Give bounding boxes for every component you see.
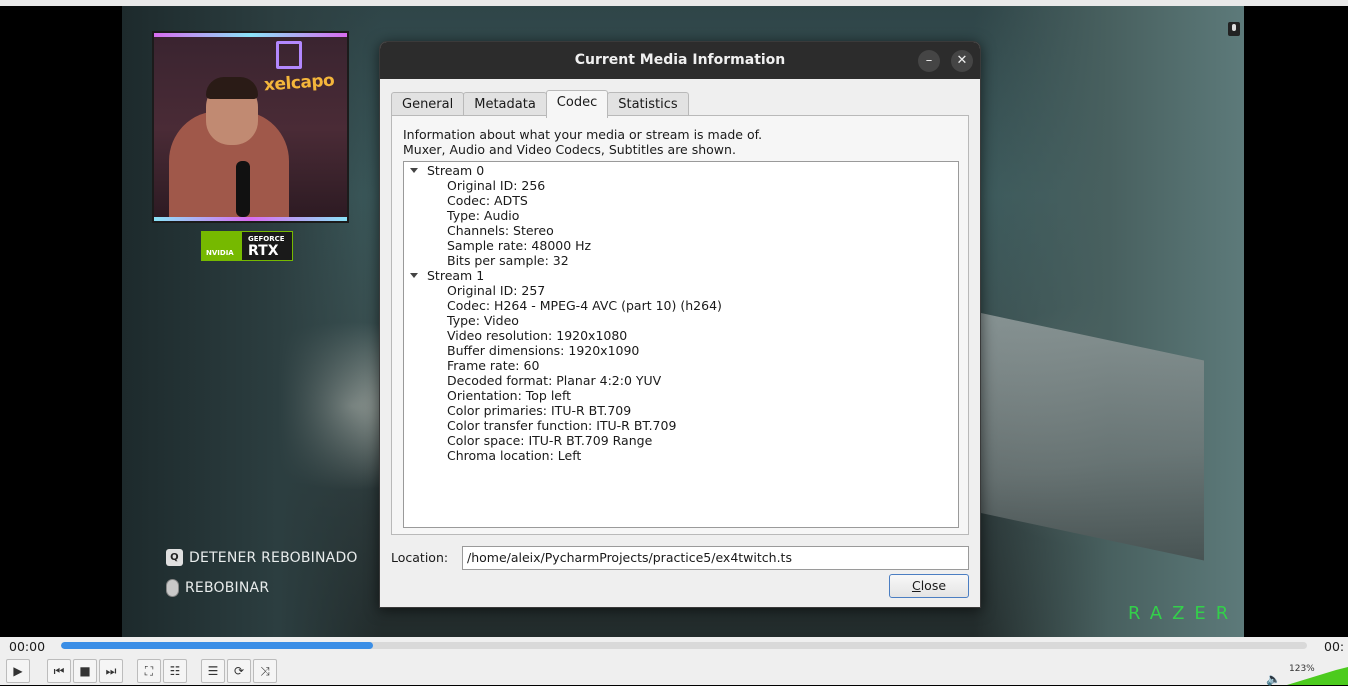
codec-description: Information about what your media or str… (403, 127, 762, 157)
tab-metadata[interactable]: Metadata (463, 92, 547, 117)
time-elapsed: 00:00 (9, 639, 46, 654)
dialog-titlebar[interactable]: Current Media Information – ✕ (380, 42, 980, 79)
fullscreen-button[interactable]: ⛶ (137, 659, 161, 683)
time-total: 00: (1324, 639, 1345, 654)
close-button-mnemonic: C (911, 578, 921, 593)
tab-codec[interactable]: Codec (545, 90, 609, 118)
stream-property[interactable]: Channels: Stereo (447, 223, 554, 238)
seek-slider[interactable] (61, 642, 1307, 649)
rtx-text: RTX (248, 243, 279, 259)
stop-icon: ■ (79, 664, 91, 678)
nvidia-rtx-badge: NVIDIA GEFORCE RTX (201, 231, 293, 261)
close-button-label-rest: lose (920, 578, 947, 593)
stream-property[interactable]: Type: Video (447, 313, 519, 328)
location-label: Location: (391, 550, 449, 565)
stream-property[interactable]: Chroma location: Left (447, 448, 581, 463)
playlist-icon: ☰ (207, 664, 219, 678)
stream-property[interactable]: Decoded format: Planar 4:2:0 YUV (447, 373, 661, 388)
microphone-icon (1228, 22, 1240, 36)
vlc-window: xelcapo NVIDIA GEFORCE RTX Q DETENER REB… (0, 0, 1348, 686)
description-line-1: Information about what your media or str… (403, 127, 763, 142)
hint-rewind: REBOBINAR (166, 579, 269, 597)
stream-label: Stream 0 (427, 163, 485, 178)
q-key-icon: Q (166, 549, 183, 566)
skip-back-icon: ⏮ (53, 664, 65, 678)
minimize-button[interactable]: – (918, 50, 940, 72)
stream-property[interactable]: Codec: H264 - MPEG-4 AVC (part 10) (h264… (447, 298, 722, 313)
expand-arrow-icon[interactable] (410, 273, 418, 278)
stream-property[interactable]: Color primaries: ITU-R BT.709 (447, 403, 631, 418)
stream-property[interactable]: Original ID: 256 (447, 178, 545, 193)
stream-property[interactable]: Orientation: Top left (447, 388, 571, 403)
playlist-button[interactable]: ☰ (201, 659, 225, 683)
stream-property[interactable]: Video resolution: 1920x1080 (447, 328, 627, 343)
tab-general[interactable]: General (391, 92, 465, 117)
stream-property[interactable]: Sample rate: 48000 Hz (447, 238, 591, 253)
stream-property[interactable]: Original ID: 257 (447, 283, 545, 298)
skip-forward-icon: ⏭ (105, 664, 117, 678)
fullscreen-icon: ⛶ (144, 664, 154, 678)
stream-tree[interactable]: Stream 0 Original ID: 256 Codec: ADTS Type:… (403, 161, 959, 528)
webcam-frame-bottom (154, 217, 347, 221)
close-icon[interactable]: ✕ (951, 50, 973, 72)
loop-button[interactable]: ⟳ (227, 659, 251, 683)
stream-property[interactable]: Buffer dimensions: 1920x1090 (447, 343, 639, 358)
stream-property[interactable]: Codec: ADTS (447, 193, 528, 208)
stop-button[interactable]: ■ (73, 659, 97, 683)
stream-property[interactable]: Frame rate: 60 (447, 358, 539, 373)
close-button[interactable]: Close (889, 574, 969, 598)
play-icon: ▶ (13, 664, 23, 678)
codec-tab-pane: Information about what your media or str… (391, 115, 969, 535)
webcam-overlay: xelcapo (152, 31, 349, 223)
nvidia-logo-text: NVIDIA (202, 232, 242, 260)
loop-icon: ⟳ (233, 664, 245, 678)
geforce-text: GEFORCE (248, 235, 285, 243)
razer-watermark: RAZER (1128, 603, 1239, 624)
streamer-microphone (236, 161, 250, 217)
mouse-icon (166, 579, 179, 597)
hint-label: DETENER REBOBINADO (189, 549, 358, 566)
hint-stop-rewind: Q DETENER REBOBINADO (166, 549, 358, 566)
extended-settings-button[interactable]: ☷ (163, 659, 187, 683)
play-button[interactable]: ▶ (6, 659, 30, 683)
webcam-frame-top (154, 33, 347, 37)
equalizer-icon: ☷ (169, 664, 181, 678)
next-button[interactable]: ⏭ (99, 659, 123, 683)
previous-button[interactable]: ⏮ (47, 659, 71, 683)
player-controls: 00:00 00: ▶ ⏮ ■ ⏭ ⛶ ☷ ☰ ⟳ ⤨ 🔈 123% (0, 637, 1348, 686)
streamer-hair (206, 77, 258, 99)
dialog-title: Current Media Information (574, 52, 786, 68)
twitch-logo-icon (276, 41, 302, 69)
tab-statistics[interactable]: Statistics (607, 92, 689, 117)
hint-label: REBOBINAR (185, 580, 270, 596)
speaker-icon[interactable]: 🔈 (1266, 672, 1281, 686)
stream-label: Stream 1 (427, 268, 485, 283)
media-information-dialog: Current Media Information – ✕ General Me… (379, 41, 981, 608)
shuffle-icon: ⤨ (260, 664, 270, 678)
tab-bar: General Metadata Codec Statistics (391, 90, 689, 118)
volume-percent: 123% (1289, 664, 1315, 674)
stream-property[interactable]: Color space: ITU-R BT.709 Range (447, 433, 652, 448)
stream-property[interactable]: Bits per sample: 32 (447, 253, 569, 268)
shuffle-button[interactable]: ⤨ (253, 659, 277, 683)
stream-property[interactable]: Color transfer function: ITU-R BT.709 (447, 418, 676, 433)
expand-arrow-icon[interactable] (410, 168, 418, 173)
stream-property[interactable]: Type: Audio (447, 208, 519, 223)
description-line-2: Muxer, Audio and Video Codecs, Subtitles… (403, 142, 736, 157)
seek-progress (61, 642, 373, 649)
location-field[interactable]: /home/aleix/PycharmProjects/practice5/ex… (462, 546, 969, 570)
